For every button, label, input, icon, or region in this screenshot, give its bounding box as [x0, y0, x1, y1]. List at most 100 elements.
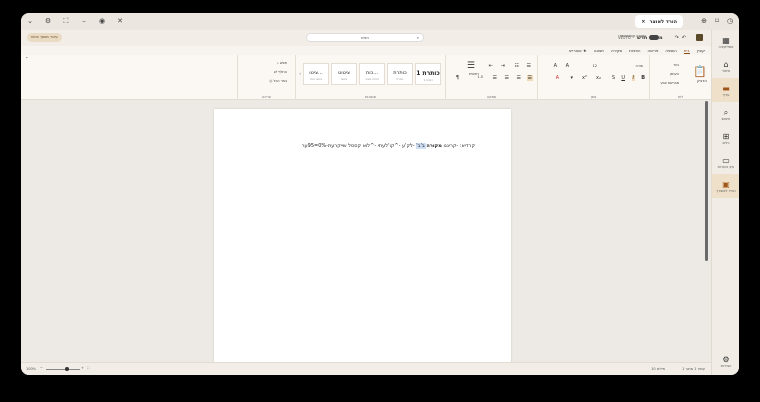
style-title[interactable]: כותרת כותרת	[387, 63, 413, 85]
bookmark-icon[interactable]: ⌑	[711, 15, 723, 27]
paragraph-mark-icon[interactable]: ¶	[456, 75, 459, 81]
save-icon: ▣	[722, 179, 730, 189]
styles-label: סגנונות	[365, 95, 376, 99]
rail-item-download[interactable]: ▣ הורד לאוצרך	[712, 174, 739, 198]
bold-icon[interactable]: B	[641, 75, 645, 81]
search-placeholder: חפש	[361, 35, 369, 40]
rail-item-apps[interactable]: ▦ אפליקציה	[712, 30, 739, 54]
tab-insert[interactable]: הוספה	[665, 48, 676, 53]
undo-icon[interactable]: ↶	[682, 35, 686, 41]
zoom-out-icon[interactable]: −	[40, 366, 43, 370]
style-quote[interactable]: ציטוט ציטוט	[331, 63, 357, 85]
tab-otzaria[interactable]: ★ אוצרייא	[569, 48, 587, 53]
document-area: קרדיא: -קריגנו מקורה ב'ב' -לק'ע -^קו'לעת…	[21, 100, 711, 371]
line-spacing-select[interactable]: 1.5	[477, 75, 483, 79]
autosave-label: שמירה אוטומטית	[620, 34, 646, 38]
document-text[interactable]: קרדיא: -קריגנו מקורה ב'ב' -לק'ע -^קו'לעת…	[302, 143, 475, 149]
tab-layout[interactable]: פריסה	[647, 48, 658, 53]
replace-button[interactable]: ⇄ החלף	[274, 70, 287, 74]
align-left-icon[interactable]: ☰	[505, 75, 509, 81]
find-button[interactable]: ⌕ חפש	[277, 61, 287, 65]
rail-item-tools[interactable]: ⊞ כלים	[712, 126, 739, 150]
vertical-scrollbar[interactable]	[705, 101, 708, 261]
copy-button[interactable]: העתק	[670, 72, 679, 76]
rail-item-search[interactable]: ⌕ חיפוש	[712, 102, 739, 126]
align-right-icon[interactable]: ☰	[526, 75, 533, 81]
strike-icon[interactable]: S	[612, 75, 615, 81]
subscript-icon[interactable]: x₂	[596, 75, 601, 81]
tab-file[interactable]: קובץ	[697, 48, 705, 53]
justify-icon[interactable]: ☰	[493, 75, 497, 81]
style-intense-quote-title: ציטו...	[309, 70, 323, 76]
settings-icon: ⚙	[722, 354, 730, 364]
redo-icon[interactable]: ↷	[675, 35, 679, 41]
fullscreen-icon[interactable]: ⛶	[60, 15, 72, 27]
chevron-down-icon[interactable]: ⌄	[24, 15, 36, 27]
app-header: ↶ ↷ מסמך חדש - Word שמירה אוטומטית חפש ⌕…	[21, 30, 711, 46]
tab-close-icon[interactable]: ×	[641, 19, 645, 25]
rail-item-review[interactable]: ▭ עיון והערות	[712, 150, 739, 174]
minimize-icon[interactable]: –	[78, 15, 90, 27]
shrink-font-icon[interactable]: A	[554, 63, 557, 69]
outdent-icon[interactable]: ⇤	[489, 63, 493, 69]
word-count: 10 מילים	[651, 367, 665, 371]
rail-label-download: הורד לאוצרך	[716, 188, 736, 193]
font-name-select[interactable]: אורה	[635, 64, 643, 68]
format-painter-button[interactable]: מברשת צבע	[660, 81, 679, 85]
zoom-level[interactable]: 100%	[26, 367, 36, 371]
history-icon[interactable]: ◷	[724, 15, 736, 27]
style-title-sub: כותרת	[396, 78, 404, 81]
search-input[interactable]: חפש ⌕	[306, 33, 424, 42]
fit-page-icon[interactable]: ⛶	[87, 366, 89, 370]
tab-references[interactable]: הפניות	[629, 48, 640, 53]
document-page[interactable]: קרדיא: -קריגנו מקורה ב'ב' -לק'ע -^קו'לעת…	[214, 109, 511, 371]
new-tab-icon[interactable]: ⊕	[698, 15, 710, 27]
gear-icon[interactable]: ⚙	[42, 15, 54, 27]
close-icon[interactable]: ✕	[114, 15, 126, 27]
rail-item-home[interactable]: ⌂ איחוד	[712, 54, 739, 78]
zoom-slider-handle[interactable]	[65, 367, 69, 371]
superscript-icon[interactable]: x²	[582, 75, 587, 81]
style-heading1[interactable]: כותרת 1 כותרת 1	[415, 63, 441, 85]
record-icon[interactable]: ◉	[96, 15, 108, 27]
rail-label-tools: כלים	[722, 140, 730, 145]
font-color-icon[interactable]: A	[556, 75, 559, 81]
paste-button[interactable]: הדבק	[697, 78, 707, 83]
browser-tab[interactable]: הורד לאוצר ×	[635, 15, 683, 28]
font-size-select[interactable]: 12	[593, 64, 597, 68]
replace-icon: ⇄	[274, 70, 278, 74]
rail-item-settings[interactable]: ⚙ הגדרות	[712, 349, 739, 373]
indent-icon[interactable]: ⇥	[501, 63, 505, 69]
bullets-icon[interactable]: ☰	[527, 63, 531, 69]
styles-more-icon[interactable]: ›	[299, 71, 301, 76]
italic-icon[interactable]: I	[631, 75, 635, 81]
style-subtitle[interactable]: כות... כותרת משנה	[359, 63, 385, 85]
style-intense-quote[interactable]: ציטו... ציטוט בולט	[303, 63, 329, 85]
browser-tab-bar: ◷ ⌑ ⊕ הורד לאוצר × ✕ ◉ – ⛶ ⚙ ⌄	[21, 13, 739, 30]
find-label: חפש	[280, 61, 287, 65]
zoom-in-icon[interactable]: +	[81, 366, 84, 370]
rail-label-editor: עריך	[722, 92, 730, 97]
style-quote-sub: ציטוט	[341, 78, 347, 81]
tab-review[interactable]: סקירה	[611, 48, 622, 53]
rail-label-search: חיפוש	[721, 116, 731, 121]
edit-mode-pill[interactable]: עיבוד מסמך פתוח	[27, 33, 62, 42]
tab-view[interactable]: תצוגה	[594, 48, 604, 53]
rail-label-apps: אפליקציה	[718, 44, 734, 49]
align-center-icon[interactable]: ☰	[517, 75, 521, 81]
underline-icon[interactable]: U	[621, 75, 625, 81]
highlight-icon[interactable]: ▾	[570, 75, 573, 81]
grow-font-icon[interactable]: A	[566, 63, 569, 69]
select-all-button[interactable]: ◎ בחר הכל	[269, 79, 287, 83]
tab-home[interactable]: בית	[683, 48, 690, 54]
autosave-toggle[interactable]	[649, 35, 659, 40]
collapse-ribbon-icon[interactable]: ⌃	[25, 56, 28, 61]
title-icon[interactable]: ☰	[467, 61, 475, 71]
rail-item-editor[interactable]: ▬ עריך	[712, 78, 739, 102]
paste-icon[interactable]: 📋	[693, 65, 707, 78]
numbering-icon[interactable]: ☷	[515, 63, 519, 69]
zoom-slider[interactable]	[46, 369, 80, 370]
paragraph-label: פסקה	[486, 95, 497, 99]
cut-button[interactable]: גזור	[673, 63, 679, 67]
ribbon-tabs: קובץ בית הוספה פריסה הפניות סקירה תצוגה …	[21, 46, 711, 55]
